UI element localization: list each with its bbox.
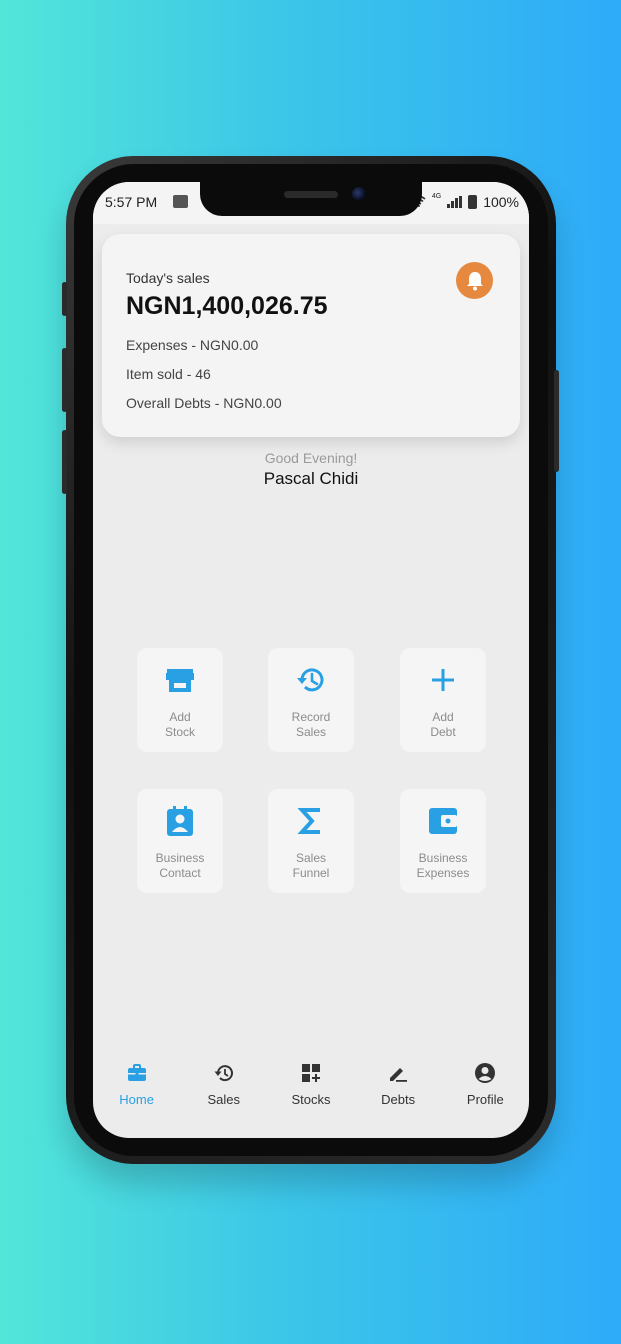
- add-debt-label: Add Debt: [430, 710, 456, 739]
- account-icon: [475, 1063, 496, 1083]
- status-icons: 4G 100%: [412, 192, 519, 210]
- side-button: [62, 348, 67, 412]
- expenses-text: Expenses - NGN0.00: [126, 337, 259, 353]
- overall-debts-text: Overall Debts - NGN0.00: [126, 395, 282, 411]
- sales-summary-card: Today's sales NGN1,400,026.75 Expenses -…: [102, 234, 520, 437]
- battery-icon: [468, 195, 478, 209]
- business-expenses-label: Business Expenses: [416, 851, 470, 880]
- battery-level: 100%: [483, 194, 519, 210]
- plus-icon: [432, 669, 454, 691]
- todays-sales-amount: NGN1,400,026.75: [126, 292, 328, 320]
- front-camera: [352, 187, 366, 201]
- sales-funnel-label: Sales Funnel: [292, 851, 330, 880]
- business-expenses-button[interactable]: Business Expenses: [400, 789, 486, 893]
- nav-label-home: Home: [119, 1092, 154, 1107]
- nav-item-home[interactable]: Home: [97, 1062, 177, 1122]
- nav-label-debts: Debts: [381, 1092, 416, 1107]
- grid-add-icon: [301, 1064, 320, 1082]
- speaker: [284, 191, 338, 198]
- side-button: [62, 282, 67, 316]
- business-contact-label: Business Contact: [155, 851, 205, 880]
- add-stock-label: Add Stock: [164, 710, 195, 739]
- nav-label-sales: Sales: [207, 1092, 241, 1107]
- nav-item-profile[interactable]: Profile: [445, 1062, 525, 1122]
- signal-icon: [447, 196, 463, 208]
- nav-item-stocks[interactable]: Stocks: [271, 1062, 351, 1122]
- bottom-navigation: Home Sales Stocks Debts Profile: [93, 1062, 529, 1122]
- briefcase-icon: [127, 1064, 146, 1081]
- network-type: 4G: [431, 192, 442, 200]
- record-sales-button[interactable]: Record Sales: [268, 648, 354, 752]
- notch: [200, 182, 422, 216]
- sigma-icon: [297, 808, 320, 834]
- image-notification-icon: [173, 195, 188, 208]
- greeting-message: Good Evening!: [264, 450, 358, 466]
- nav-label-stocks: Stocks: [291, 1092, 331, 1107]
- history-icon: [214, 1065, 233, 1082]
- add-debt-button[interactable]: Add Debt: [400, 648, 486, 752]
- pen-icon: [390, 1068, 408, 1082]
- wallet-icon: [429, 808, 457, 834]
- nav-item-debts[interactable]: Debts: [358, 1062, 438, 1122]
- store-icon: [166, 669, 194, 692]
- user-name: Pascal Chidi: [263, 469, 359, 488]
- bell-icon: [466, 271, 483, 290]
- status-time: 5:57 PM: [105, 194, 158, 210]
- side-button: [554, 370, 559, 472]
- contact-icon: [167, 806, 193, 836]
- add-stock-button[interactable]: Add Stock: [137, 648, 223, 752]
- app-screen: 5:57 PM 4G 100% Today's sales NGN1,400,0…: [93, 182, 529, 1138]
- history-icon: [297, 668, 324, 692]
- sales-funnel-button[interactable]: Sales Funnel: [268, 789, 354, 893]
- nav-label-profile: Profile: [466, 1092, 504, 1107]
- notification-button[interactable]: [456, 262, 493, 299]
- business-contact-button[interactable]: Business Contact: [137, 789, 223, 893]
- record-sales-label: Record Sales: [291, 710, 331, 739]
- side-button: [62, 430, 67, 494]
- nav-item-sales[interactable]: Sales: [184, 1062, 264, 1122]
- items-sold-text: Item sold - 46: [126, 366, 211, 382]
